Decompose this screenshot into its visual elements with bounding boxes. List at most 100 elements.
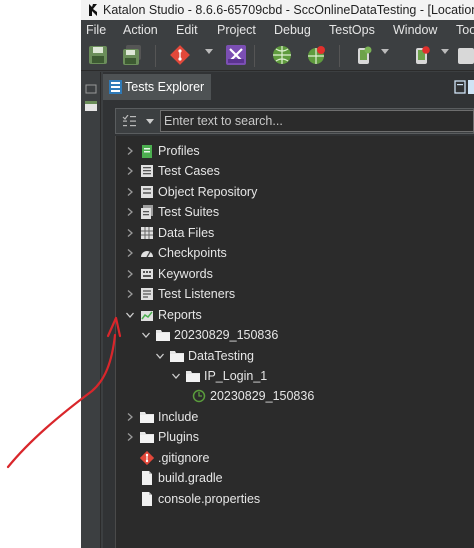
record-mobile-icon[interactable] — [411, 44, 433, 66]
toolbar-overflow-icon[interactable] — [455, 44, 474, 66]
spy-mobile-dropdown-arrow-icon[interactable] — [381, 49, 389, 54]
save-icon[interactable] — [87, 44, 109, 66]
folder-icon — [186, 370, 200, 382]
filter-list-icon[interactable] — [122, 115, 136, 127]
tree-item-20230829-150836[interactable]: 20230829_150836 — [116, 386, 474, 406]
title-bar: Katalon Studio - 8.6.6-65709cbd - SccOnl… — [81, 0, 474, 20]
tab-label: Tests Explorer — [125, 80, 205, 94]
test-suites-icon — [141, 205, 153, 220]
chevron-down-icon[interactable] — [126, 311, 134, 319]
tree-item-20230829-150836[interactable]: 20230829_150836 — [116, 325, 474, 345]
menu-bar: File Action Edit Project Debug TestOps W… — [81, 20, 474, 41]
menu-action[interactable]: Action — [123, 20, 158, 41]
tree-item-data-files[interactable]: Data Files — [116, 223, 474, 243]
chevron-down-icon[interactable] — [156, 352, 164, 360]
git-dropdown-arrow-icon[interactable] — [205, 49, 213, 54]
keywords-icon — [141, 268, 153, 279]
file-icon — [142, 491, 152, 506]
tree-item-label: console.properties — [158, 491, 261, 506]
menu-debug[interactable]: Debug — [274, 20, 311, 41]
chevron-right-icon[interactable] — [126, 290, 134, 299]
reports-icon — [141, 310, 153, 321]
chevron-right-icon[interactable] — [126, 269, 134, 278]
data-files-icon — [141, 226, 153, 239]
chevron-right-icon[interactable] — [126, 147, 134, 155]
tree-item-test-listeners[interactable]: Test Listeners — [116, 284, 474, 304]
tree-item-label: DataTesting — [188, 348, 255, 363]
tree-item-label: Data Files — [158, 225, 215, 240]
tree-item-ip-login-1[interactable]: IP_Login_1 — [116, 366, 474, 386]
chevron-right-icon[interactable] — [126, 187, 134, 196]
menu-file[interactable]: File — [86, 20, 106, 41]
tree-item-label: Object Repository — [158, 184, 258, 199]
tree-item-keywords[interactable]: Keywords — [116, 264, 474, 284]
menu-tools[interactable]: Too — [456, 20, 474, 41]
explorer-tree: Profiles Test Cases Object Repository Test … — [115, 136, 474, 548]
folder-icon — [156, 330, 170, 342]
chevron-right-icon[interactable] — [126, 228, 134, 237]
chevron-right-icon[interactable] — [126, 249, 134, 258]
menu-testops[interactable]: TestOps — [329, 20, 375, 41]
chevron-right-icon[interactable] — [126, 167, 134, 176]
menu-edit[interactable]: Edit — [176, 20, 198, 41]
test-listeners-icon — [141, 288, 153, 301]
chevron-right-icon[interactable] — [126, 412, 134, 421]
tree-item-console-properties[interactable]: console.properties — [116, 489, 474, 509]
record-web-icon[interactable] — [305, 44, 327, 66]
tree-item-plugins[interactable]: Plugins — [116, 427, 474, 447]
tree-item-label: Plugins — [158, 430, 199, 445]
chevron-right-icon[interactable] — [126, 433, 134, 442]
tree-item-label: Test Listeners — [158, 287, 236, 302]
test-cases-icon — [141, 165, 153, 178]
tree-item-label: Checkpoints — [158, 246, 227, 261]
tree-item-build-gradle[interactable]: build.gradle — [116, 468, 474, 488]
toolbar-separator — [155, 45, 156, 67]
tree-item-label: Include — [158, 409, 199, 424]
tree-item-label: build.gradle — [158, 471, 223, 486]
chevron-down-icon[interactable] — [172, 372, 180, 380]
tree-item-label: 20230829_150836 — [210, 389, 315, 404]
tree-item-test-cases[interactable]: Test Cases — [116, 161, 474, 181]
record-mobile-dropdown-arrow-icon[interactable] — [441, 49, 449, 54]
minimized-view-icon[interactable] — [84, 100, 98, 112]
menu-window[interactable]: Window — [393, 20, 437, 41]
panel-view-menu-icon[interactable] — [453, 80, 474, 94]
tree-item-label: Reports — [158, 307, 202, 322]
spy-utility-icon[interactable] — [225, 44, 247, 66]
folder-icon — [140, 411, 154, 423]
spy-mobile-icon[interactable] — [353, 44, 375, 66]
file-icon — [142, 471, 152, 486]
tree-item-label: Test Cases — [158, 164, 220, 179]
chevron-right-icon[interactable] — [126, 208, 134, 217]
object-repository-icon — [141, 185, 153, 198]
tree-item-checkpoints[interactable]: Checkpoints — [116, 243, 474, 263]
filter-dropdown-arrow-icon[interactable] — [146, 119, 154, 124]
tests-explorer-icon — [109, 80, 122, 94]
tab-tests-explorer[interactable]: Tests Explorer — [103, 74, 211, 100]
folder-icon — [140, 432, 154, 444]
tree-item-profiles[interactable]: Profiles — [116, 141, 474, 161]
git-file-icon — [140, 450, 154, 465]
spy-web-icon[interactable] — [271, 44, 293, 66]
folder-icon — [170, 350, 184, 362]
tree-item-object-repository[interactable]: Object Repository — [116, 182, 474, 202]
toolbar-separator — [254, 45, 255, 67]
tree-item-reports[interactable]: Reports — [116, 305, 474, 325]
menu-project[interactable]: Project — [217, 20, 256, 41]
report-run-icon — [192, 390, 206, 403]
profiles-icon — [142, 145, 152, 158]
tree-item-test-suites[interactable]: Test Suites — [116, 202, 474, 222]
tree-item-include[interactable]: Include — [116, 407, 474, 427]
tree-item-label: Test Suites — [158, 205, 220, 220]
restore-icon[interactable] — [85, 84, 97, 94]
chevron-down-icon[interactable] — [142, 331, 150, 339]
tree-item-gitignore[interactable]: .gitignore — [116, 448, 474, 468]
left-side-strip — [81, 72, 101, 548]
search-input[interactable] — [160, 110, 474, 132]
tree-item-datatesting[interactable]: DataTesting — [116, 346, 474, 366]
save-all-icon[interactable] — [121, 44, 143, 66]
tree-item-label: 20230829_150836 — [174, 328, 279, 343]
toolbar — [81, 41, 474, 71]
git-icon[interactable] — [169, 44, 191, 66]
checkpoints-icon — [141, 251, 153, 258]
